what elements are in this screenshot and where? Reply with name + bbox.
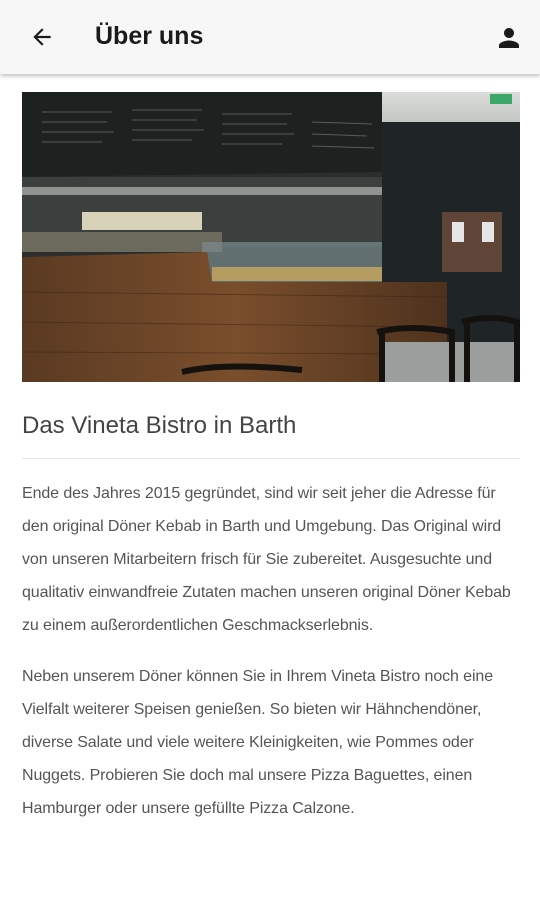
account-button[interactable] (492, 21, 526, 55)
paragraph-2: Neben unserem Döner können Sie in Ihrem … (22, 668, 494, 817)
paragraph-1: Ende des Jahres 2015 gegründet, sind wir… (22, 485, 511, 634)
back-button[interactable] (26, 21, 58, 53)
section-heading: Das Vineta Bistro in Barth (22, 412, 297, 439)
main-content: Das Vineta Bistro in Barth Ende des Jahr… (22, 92, 520, 841)
user-icon (499, 28, 519, 48)
page-title: Über uns (95, 22, 204, 50)
divider (22, 458, 520, 459)
bistro-interior-photo (22, 92, 520, 382)
arrow-left-icon (33, 28, 51, 46)
app-bar: Über uns (0, 0, 540, 74)
